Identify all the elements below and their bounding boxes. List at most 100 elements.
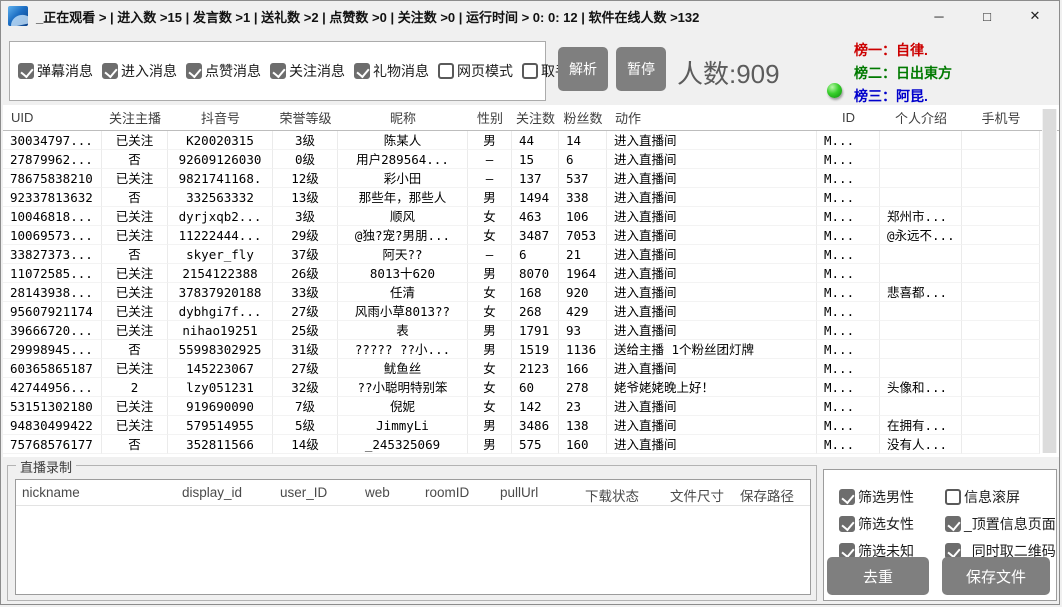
filter-checkbox-3[interactable]: 信息滚屏: [945, 487, 1056, 507]
filter-checkbox-0[interactable]: 筛选男性: [839, 487, 945, 507]
message-checkbox-label: 弹幕消息: [37, 61, 93, 81]
column-header-col-douyin-id[interactable]: 抖音号: [168, 108, 273, 127]
message-checkbox-0[interactable]: 弹幕消息: [18, 61, 93, 81]
column-header-col-gender[interactable]: 性别: [468, 108, 512, 127]
vertical-scrollbar[interactable]: [1042, 109, 1057, 453]
table-row[interactable]: 78675838210已关注9821741168.12级彩小田–137537进入…: [3, 169, 1059, 188]
filter-checkbox-1[interactable]: 筛选女性: [839, 514, 945, 534]
col-bio: [880, 131, 962, 150]
col-gender: 女: [468, 207, 512, 226]
col-honor-level: 12级: [273, 169, 338, 188]
col-action: 进入直播间: [607, 435, 817, 454]
save-file-button[interactable]: 保存文件: [942, 557, 1050, 595]
recording-column-header: 保存路径: [740, 485, 794, 505]
checkbox-checked-icon[interactable]: [186, 63, 202, 79]
message-checkbox-4[interactable]: 礼物消息: [354, 61, 429, 81]
col-action: 进入直播间: [607, 416, 817, 435]
col-douyin-id: dyrjxqb2...: [168, 207, 273, 226]
col-gender: 男: [468, 188, 512, 207]
checkbox-checked-icon[interactable]: [945, 516, 961, 532]
column-header-col-id[interactable]: ID: [817, 110, 880, 125]
table-row[interactable]: 75768576177否35281156614级_245325069男57516…: [3, 435, 1059, 454]
col-bio: @永远不...: [880, 226, 962, 245]
checkbox-checked-icon[interactable]: [839, 489, 855, 505]
parse-button[interactable]: 解析: [558, 47, 608, 91]
col-fans-count: 537: [559, 169, 607, 188]
checkbox-checked-icon[interactable]: [18, 63, 34, 79]
col-douyin-id: skyer_fly: [168, 245, 273, 264]
col-honor-level: 32级: [273, 378, 338, 397]
table-row[interactable]: 94830499422已关注5795149555级JimmyLi男3486138…: [3, 416, 1059, 435]
column-header-col-fans-count[interactable]: 粉丝数: [559, 108, 607, 127]
close-icon[interactable]: ✕: [1011, 1, 1059, 31]
col-nickname: 8013十620: [338, 264, 468, 283]
message-checkbox-3[interactable]: 关注消息: [270, 61, 345, 81]
checkbox-checked-icon[interactable]: [839, 516, 855, 532]
table-row[interactable]: 10069573...已关注11222444...29级@独?宠?男朋...女3…: [3, 226, 1059, 245]
column-header-col-uid[interactable]: UID: [3, 110, 102, 125]
col-nickname: 鱿鱼丝: [338, 359, 468, 378]
table-row[interactable]: 28143938...已关注3783792018833级任清女168920进入直…: [3, 283, 1059, 302]
col-phone: [962, 150, 1040, 169]
scrollbar-thumb[interactable]: [1043, 109, 1056, 453]
col-gender: 男: [468, 321, 512, 340]
column-header-col-action[interactable]: 动作: [607, 108, 817, 127]
table-row[interactable]: 42744956...2lzy05123132级??小聪明特别笨女60278姥爷…: [3, 378, 1059, 397]
col-id: M...: [817, 283, 880, 302]
col-nickname: 用户289564...: [338, 150, 468, 169]
col-uid: 30034797...: [3, 131, 102, 150]
table-row[interactable]: 60365865187已关注14522306727级鱿鱼丝女2123166进入直…: [3, 359, 1059, 378]
col-honor-level: 33级: [273, 283, 338, 302]
message-checkbox-5[interactable]: 网页模式: [438, 61, 513, 81]
column-header-col-follow-status[interactable]: 关注主播: [102, 108, 168, 127]
column-header-col-honor-level[interactable]: 荣誉等级: [273, 108, 338, 127]
table-row[interactable]: 39666720...已关注nihao1925125级表男179193进入直播间…: [3, 321, 1059, 340]
col-action: 进入直播间: [607, 226, 817, 245]
col-uid: 75768576177: [3, 435, 102, 454]
col-gender: –: [468, 169, 512, 188]
table-row[interactable]: 30034797...已关注K200203153级陈某人男4414进入直播间M.…: [3, 131, 1059, 150]
col-id: M...: [817, 359, 880, 378]
col-following-count: 3486: [512, 416, 559, 435]
col-bio: 没有人...: [880, 435, 962, 454]
table-row[interactable]: 53151302180已关注9196900907级倪妮女14223进入直播间M.…: [3, 397, 1059, 416]
message-checkbox-2[interactable]: 点赞消息: [186, 61, 261, 81]
checkbox-unchecked-icon[interactable]: [945, 489, 961, 505]
table-row[interactable]: 29998945...否5599830292531级????? ??小...男1…: [3, 340, 1059, 359]
table-row[interactable]: 27879962...否926091260300级用户289564...–156…: [3, 150, 1059, 169]
col-honor-level: 27级: [273, 359, 338, 378]
col-id: M...: [817, 245, 880, 264]
col-action: 姥爷姥姥晚上好！: [607, 378, 817, 397]
col-douyin-id: dybhgi7f...: [168, 302, 273, 321]
filter-checkbox-4[interactable]: _顶置信息页面: [945, 514, 1056, 534]
checkbox-checked-icon[interactable]: [270, 63, 286, 79]
checkbox-unchecked-icon[interactable]: [522, 63, 538, 79]
message-checkbox-label: 网页模式: [457, 61, 513, 81]
table-row[interactable]: 92337813632否33256333213级那些年，那些人男1494338进…: [3, 188, 1059, 207]
dedupe-button[interactable]: 去重: [827, 557, 929, 595]
col-following-count: 60: [512, 378, 559, 397]
column-header-col-nickname[interactable]: 昵称: [338, 108, 468, 127]
checkbox-checked-icon[interactable]: [102, 63, 118, 79]
col-follow-status: 否: [102, 340, 168, 359]
column-header-col-bio[interactable]: 个人介绍: [880, 108, 962, 127]
app-window: _正在观看 > | 进入数 >15 | 发言数 >1 | 送礼数 >2 | 点赞…: [0, 0, 1060, 605]
col-action: 进入直播间: [607, 283, 817, 302]
message-checkbox-label: 进入消息: [121, 61, 177, 81]
col-douyin-id: 145223067: [168, 359, 273, 378]
table-row[interactable]: 10046818...已关注dyrjxqb2...3级顺风女463106进入直播…: [3, 207, 1059, 226]
col-gender: 男: [468, 340, 512, 359]
column-header-col-following-count[interactable]: 关注数: [512, 108, 559, 127]
table-row[interactable]: 33827373...否skyer_fly37级阿天??–621进入直播间M..…: [3, 245, 1059, 264]
column-header-col-phone[interactable]: 手机号: [962, 108, 1040, 127]
pause-button[interactable]: 暂停: [616, 47, 666, 91]
message-checkbox-1[interactable]: 进入消息: [102, 61, 177, 81]
minimize-icon[interactable]: ─: [915, 1, 963, 31]
table-row[interactable]: 95607921174已关注dybhgi7f...27级风雨小草8013??女2…: [3, 302, 1059, 321]
table-row[interactable]: 11072585...已关注215412238826级8013十620男8070…: [3, 264, 1059, 283]
maximize-icon[interactable]: □: [963, 1, 1011, 31]
col-douyin-id: 9821741168.: [168, 169, 273, 188]
col-nickname: 顺风: [338, 207, 468, 226]
checkbox-unchecked-icon[interactable]: [438, 63, 454, 79]
checkbox-checked-icon[interactable]: [354, 63, 370, 79]
